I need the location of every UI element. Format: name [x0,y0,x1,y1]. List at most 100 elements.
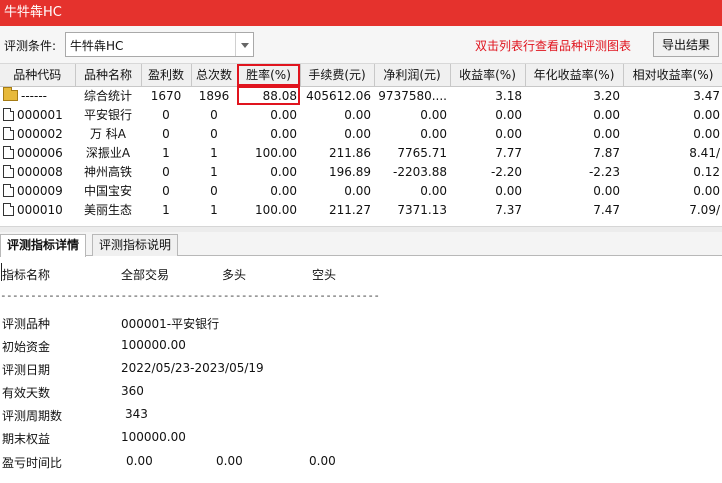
cell-profit: 7371.13 [397,202,447,217]
cell-rate: 0.00 [270,183,297,198]
detail-value: 100000.00 [121,338,186,352]
hint-text: 双击列表行查看品种评测图表 [475,39,632,53]
cell-win: 1 [162,202,170,217]
cell-fee: 211.86 [329,145,371,160]
condition-label: 评测条件: [4,39,57,53]
detail-tabs: 评测指标详情 评测指标说明 [0,232,722,257]
cell-fee: 0.00 [344,126,371,141]
cell-rate: 0.00 [270,107,297,122]
cell-fee: 0.00 [344,107,371,122]
cell-fee: 211.27 [329,202,371,217]
cell-return: 0.00 [495,183,522,198]
cell-relative: 0.00 [693,107,720,122]
col-header-name[interactable]: 品种名称 [75,64,142,87]
cell-name: 深振业A [85,146,131,160]
cell-code: 000008 [17,164,63,179]
results-table: 品种代码 品种名称 盈利数 总次数 胜率(%) 手续费(元) 净利润(元) 收益… [0,64,722,226]
cell-total: 1 [210,202,218,217]
cell-name: 神州高铁 [83,165,132,179]
col-header-relative[interactable]: 相对收益率(%) [623,64,722,87]
cell-return: -2.20 [490,164,522,179]
cell-profit: -2203.88 [393,164,447,179]
detail-label: 评测日期 [2,363,51,377]
window-title: 牛牪犇HC [0,0,722,26]
detail-value: 100000.00 [121,430,186,444]
cell-annual: 3.20 [593,88,620,103]
cell-total: 1896 [198,88,230,103]
document-icon [3,145,14,159]
cell-code: 000009 [17,183,63,198]
chevron-down-icon[interactable] [235,33,253,56]
cell-return: 0.00 [495,107,522,122]
detail-value: 0.00 [126,454,153,468]
folder-icon [3,86,18,101]
cell-code: 000006 [17,145,63,160]
condition-select[interactable]: 牛牪犇HC [65,32,254,57]
document-icon [3,107,14,121]
detail-value: 360 [121,384,144,398]
detail-header-name: 指标名称 [2,268,51,282]
table-row[interactable]: ------ 综合统计 1670 1896 88.08 405612.06 97… [0,86,722,105]
detail-panel: 指标名称 全部交易 多头 空头 ------------------------… [0,257,722,483]
col-header-return[interactable]: 收益率(%) [450,64,526,87]
table-header: 品种代码 品种名称 盈利数 总次数 胜率(%) 手续费(元) 净利润(元) 收益… [0,64,722,87]
cell-rate: 88.08 [237,86,300,105]
detail-label: 有效天数 [2,386,51,400]
document-icon [3,126,14,140]
table-row[interactable]: 000010 美丽生态 1 1 100.00 211.27 7371.13 7.… [0,200,722,219]
cell-name: 万 科A [89,127,127,141]
cell-fee: 0.00 [344,183,371,198]
cell-code: 000001 [17,107,63,122]
cell-return: 7.37 [495,202,522,217]
cell-annual: 7.47 [593,202,620,217]
detail-value-short: 0.00 [309,454,336,468]
table-row[interactable]: 000009 中国宝安 0 0 0.00 0.00 0.00 0.00 0.00… [0,181,722,200]
cell-relative: 0.12 [693,164,720,179]
detail-label: 期末权益 [2,432,51,446]
cell-relative: 7.09/ [689,202,720,217]
detail-value: 343 [125,407,148,421]
cell-annual: 7.87 [593,145,620,160]
col-header-total[interactable]: 总次数 [191,64,238,87]
cell-annual: 0.00 [593,183,620,198]
detail-header-all: 全部交易 [121,268,170,282]
detail-header-short: 空头 [312,268,337,282]
tab-indicator-details[interactable]: 评测指标详情 [0,234,87,257]
cell-return: 0.00 [495,126,522,141]
table-row[interactable]: 000002 万 科A 0 0 0.00 0.00 0.00 0.00 0.00… [0,124,722,143]
detail-value-long: 0.00 [216,454,243,468]
table-row[interactable]: 000008 神州高铁 0 1 0.00 196.89 -2203.88 -2.… [0,162,722,181]
cell-win: 0 [162,183,170,198]
col-header-annual[interactable]: 年化收益率(%) [525,64,624,87]
detail-separator: ----------------------------------------… [0,289,380,302]
document-icon [3,202,14,216]
cell-total: 0 [210,183,218,198]
col-header-fee[interactable]: 手续费(元) [300,64,375,87]
col-header-code[interactable]: 品种代码 [0,64,76,87]
col-header-rate[interactable]: 胜率(%) [237,64,301,87]
cell-relative: 0.00 [693,183,720,198]
detail-label: 盈亏时间比 [2,456,63,470]
export-button[interactable]: 导出结果 [653,32,719,57]
cell-win: 0 [162,107,170,122]
table-row[interactable]: 000001 平安银行 0 0 0.00 0.00 0.00 0.00 0.00… [0,105,722,124]
tab-indicator-description[interactable]: 评测指标说明 [92,234,179,256]
condition-value: 牛牪犇HC [70,39,124,53]
cell-return: 7.77 [495,145,522,160]
col-header-win[interactable]: 盈利数 [141,64,192,87]
col-header-profit[interactable]: 净利润(元) [374,64,451,87]
cell-code: 000010 [17,202,63,217]
cell-rate: 0.00 [270,164,297,179]
cell-annual: 0.00 [593,126,620,141]
detail-label: 初始资金 [2,340,51,354]
cell-profit: 0.00 [420,126,447,141]
cell-win: 1670 [150,88,182,103]
table-row[interactable]: 000006 深振业A 1 1 100.00 211.86 7765.71 7.… [0,143,722,162]
cell-name: 美丽生态 [83,203,132,217]
detail-header-long: 多头 [222,268,247,282]
document-icon [3,164,14,178]
cell-return: 3.18 [495,88,522,103]
cell-total: 1 [210,145,218,160]
cell-relative: 8.41/ [689,145,720,160]
detail-value: 2022/05/23-2023/05/19 [121,361,264,375]
